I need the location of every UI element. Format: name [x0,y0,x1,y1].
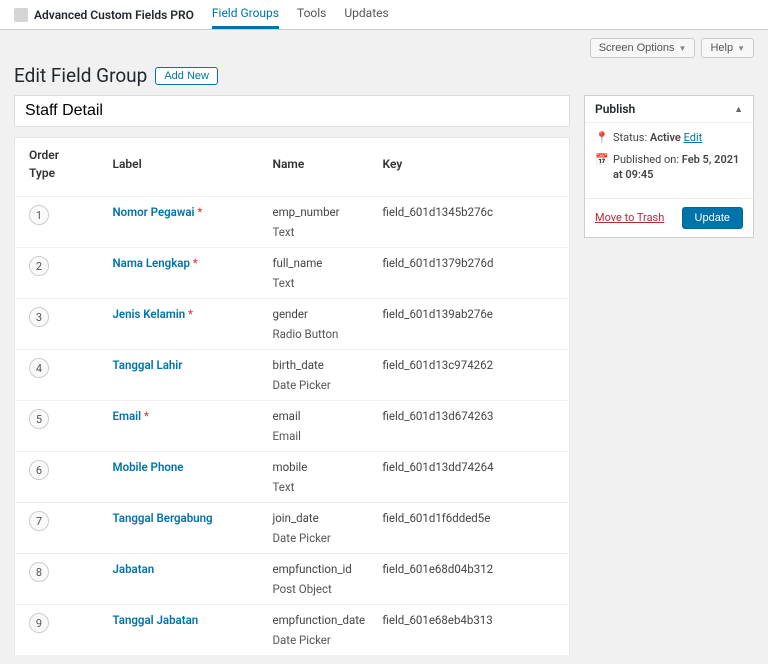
order-number[interactable]: 8 [29,562,49,582]
table-row[interactable]: 7 Tanggal Bergabung join_dateDate Pickerfi… [15,503,570,554]
label-cell: Tanggal Jabatan [105,605,265,656]
table-row[interactable]: 4 Tanggal Lahir birth_dateDate Pickerfield… [15,350,570,401]
key-cell: field_601d139ab276e [375,299,570,350]
published-label: Published on: [613,153,679,166]
table-row[interactable]: 2Nama Lengkap *full_nameTextfield_601d13… [15,248,570,299]
nav-tab-updates[interactable]: Updates [344,0,388,29]
key-cell: field_601d1f6dded5e [375,503,570,554]
toggle-icon[interactable]: ▲ [734,104,743,115]
label-cell: Jabatan [105,554,265,605]
fields-header-row: Order Type Label Name Key [15,138,570,197]
key-cell: field_601d13d674263 [375,401,570,452]
pin-icon: 📍 [595,131,607,145]
name-cell: genderRadio Button [265,299,375,350]
label-cell: Nomor Pegawai * [105,197,265,248]
order-number[interactable]: 6 [29,460,49,480]
label-cell: Tanggal Bergabung [105,503,265,554]
nav-tab-field-groups[interactable]: Field Groups [212,0,279,29]
name-cell: birth_dateDate Picker [265,350,375,401]
move-to-trash-link[interactable]: Move to Trash [595,211,664,224]
group-title-input[interactable] [17,98,567,124]
key-cell: field_601d13dd74264 [375,452,570,503]
field-label-link[interactable]: Tanggal Jabatan [113,613,199,627]
name-cell: empfunction_dateDate Picker [265,605,375,656]
required-star: * [190,256,198,270]
brand: Advanced Custom Fields PRO [14,8,194,22]
screen-options-button[interactable]: Screen Options [590,38,696,58]
field-label-link[interactable]: Nomor Pegawai [113,205,195,219]
field-label-link[interactable]: Nama Lengkap [113,256,190,270]
order-cell: 5 [15,401,105,452]
table-row[interactable]: 6 Mobile Phone mobileTextfield_601d13dd742… [15,452,570,503]
order-cell: 8 [15,554,105,605]
status-value: Active [650,131,681,144]
order-number[interactable]: 7 [29,511,49,531]
order-number[interactable]: 9 [29,613,49,633]
nav-tabs: Field Groups Tools Updates [212,0,389,29]
name-cell: full_nameText [265,248,375,299]
key-cell: field_601e68eb4b313 [375,605,570,656]
publish-box: Publish ▲ 📍 Status: Active Edit 📅 [584,95,754,238]
nav-tab-tools[interactable]: Tools [297,0,326,29]
key-cell: field_601e68d04b312 [375,554,570,605]
order-cell: 7 [15,503,105,554]
brand-icon [14,8,28,22]
field-label-link[interactable]: Jabatan [113,562,155,576]
field-label-link[interactable]: Tanggal Bergabung [113,511,213,525]
status-label: Status: [613,131,647,144]
calendar-icon: 📅 [595,153,607,167]
order-number[interactable]: 4 [29,358,49,378]
table-row[interactable]: 1Nomor Pegawai *emp_numberTextfield_601d… [15,197,570,248]
order-cell: 2 [15,248,105,299]
brand-text: Advanced Custom Fields PRO [34,8,194,22]
col-key-header: Key [375,138,570,197]
name-cell: emailEmail [265,401,375,452]
name-cell: empfunction_idPost Object [265,554,375,605]
order-number[interactable]: 3 [29,307,49,327]
order-cell: 1 [15,197,105,248]
col-label-header: Label [105,138,265,197]
order-number[interactable]: 1 [29,205,49,225]
table-row[interactable]: 9 Tanggal Jabatan empfunction_dateDate Pic… [15,605,570,656]
field-label-link[interactable]: Jenis Kelamin [113,307,186,321]
key-cell: field_601d13c974262 [375,350,570,401]
order-cell: 9 [15,605,105,656]
publish-box-title: Publish [595,102,635,116]
order-number[interactable]: 5 [29,409,49,429]
page-title: Edit Field Group [14,64,147,87]
col-order-header: Order Type [15,138,105,197]
field-label-link[interactable]: Mobile Phone [113,460,184,474]
name-cell: emp_numberText [265,197,375,248]
label-cell: Nama Lengkap * [105,248,265,299]
order-cell: 6 [15,452,105,503]
table-row[interactable]: 8 Jabatan empfunction_idPost Objectfield_6… [15,554,570,605]
col-name-header: Name [265,138,375,197]
label-cell: Tanggal Lahir [105,350,265,401]
order-cell: 3 [15,299,105,350]
required-star: * [141,409,149,423]
label-cell: Mobile Phone [105,452,265,503]
order-number[interactable]: 2 [29,256,49,276]
required-star: * [185,307,193,321]
order-cell: 4 [15,350,105,401]
help-button[interactable]: Help [701,38,754,58]
key-cell: field_601d1379b276d [375,248,570,299]
name-cell: mobileText [265,452,375,503]
label-cell: Jenis Kelamin * [105,299,265,350]
name-cell: join_dateDate Picker [265,503,375,554]
field-label-link[interactable]: Tanggal Lahir [113,358,183,372]
edit-status-link[interactable]: Edit [684,131,703,144]
required-star: * [195,205,203,219]
label-cell: Email * [105,401,265,452]
key-cell: field_601d1345b276c [375,197,570,248]
table-row[interactable]: 3Jenis Kelamin *genderRadio Buttonfield_… [15,299,570,350]
add-new-button[interactable]: Add New [155,67,218,85]
table-row[interactable]: 5Email *emailEmailfield_601d13d674263 [15,401,570,452]
field-label-link[interactable]: Email [113,409,142,423]
update-button[interactable]: Update [682,207,743,229]
